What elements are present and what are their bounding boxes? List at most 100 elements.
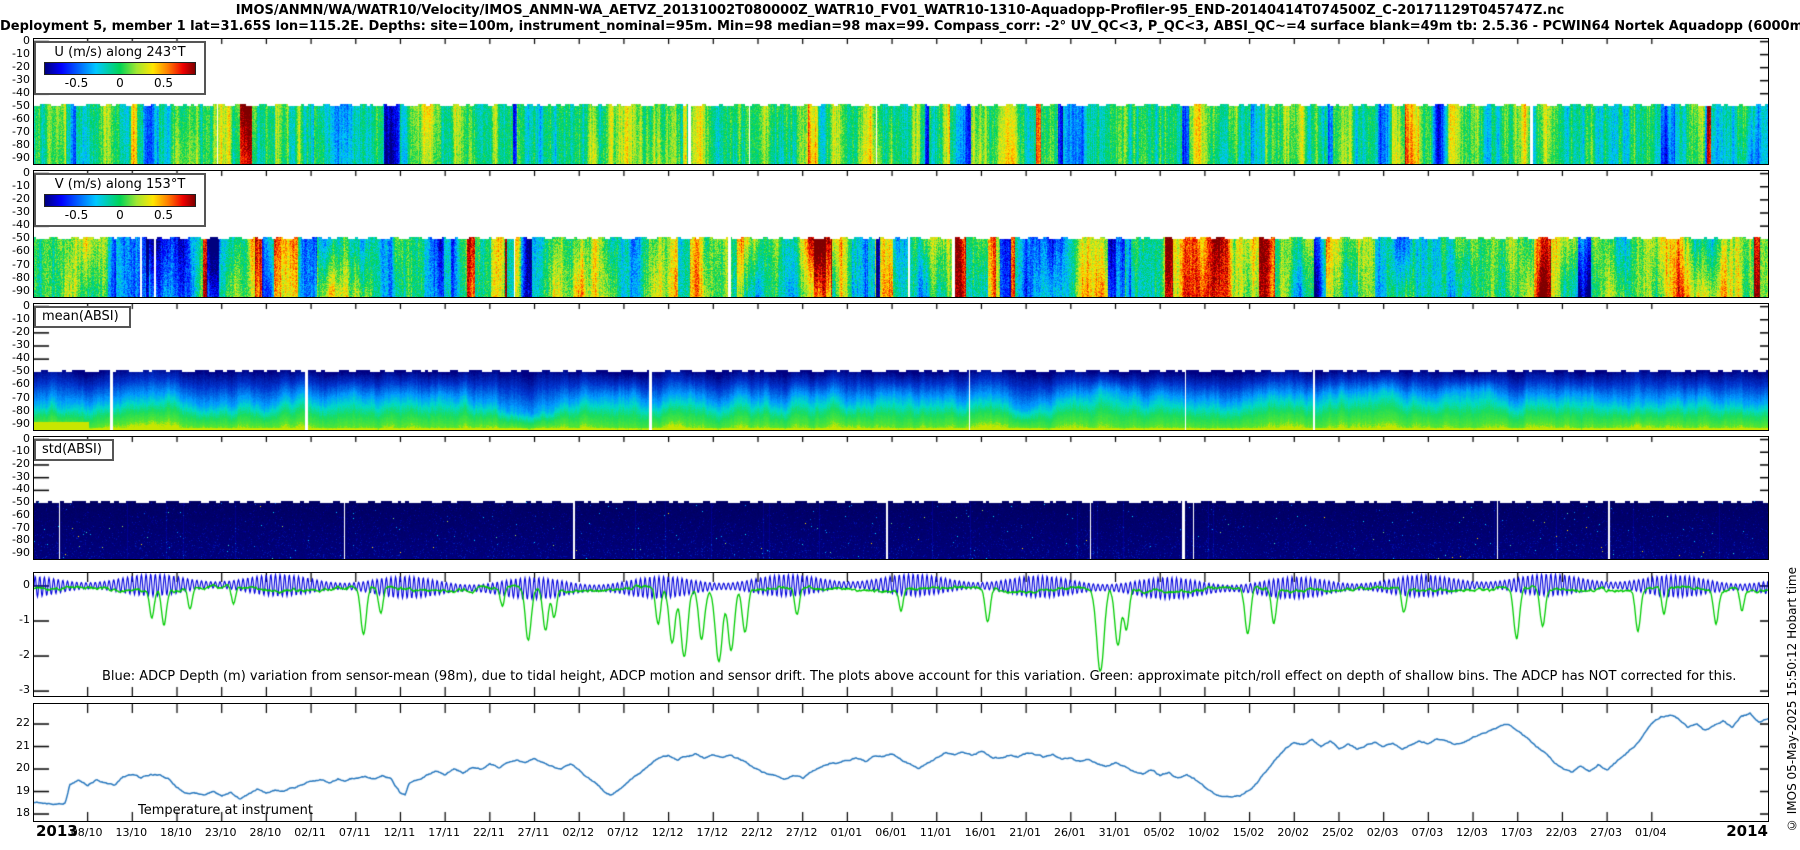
legend-v-velocity: V (m/s) along 153°T -0.5 0 0.5 [34, 173, 206, 227]
y-tick-label: -1 [0, 614, 30, 626]
colorbar-tick-label: -0.5 [65, 208, 88, 222]
y-tick-label: -80 [0, 272, 30, 284]
y-tick-label: -50 [0, 232, 30, 244]
y-tick-label: -10 [0, 313, 30, 325]
y-tick-label: -50 [0, 365, 30, 377]
figure-title-filename: IMOS/ANMN/WA/WATR10/Velocity/IMOS_ANMN-W… [0, 3, 1800, 18]
x-tick-label: 02/03 [1367, 826, 1399, 839]
x-tick-label: 16/01 [965, 826, 997, 839]
y-tick-label: -90 [0, 418, 30, 430]
y-tick-label: -20 [0, 458, 30, 470]
x-tick-label: 17/12 [696, 826, 728, 839]
x-tick-label: 27/12 [786, 826, 818, 839]
x-tick-label: 17/11 [428, 826, 460, 839]
legend-u-velocity: U (m/s) along 243°T -0.5 0 0.5 [34, 41, 206, 95]
x-tick-label: 12/12 [652, 826, 684, 839]
x-tick-label: 15/02 [1233, 826, 1265, 839]
x-tick-label: 22/11 [473, 826, 505, 839]
panel-depth-variation: Blue: ADCP Depth (m) variation from sens… [33, 572, 1769, 697]
y-tick-label: 0 [0, 300, 30, 312]
y-tick-label: -60 [0, 509, 30, 521]
x-tick-label: 28/10 [250, 826, 282, 839]
depth-variation-annotation: Blue: ADCP Depth (m) variation from sens… [102, 669, 1736, 684]
x-tick-label: 17/03 [1501, 826, 1533, 839]
mean-absi-label-box: mean(ABSI) [34, 306, 131, 328]
y-tick-label: -60 [0, 113, 30, 125]
u-colorbar-ticks: -0.5 0 0.5 [45, 75, 195, 90]
y-tick-label: -2 [0, 649, 30, 661]
v-velocity-heatmap-canvas [34, 171, 1768, 297]
x-tick-label: 12/11 [384, 826, 416, 839]
y-tick-label: 0 [0, 35, 30, 47]
x-tick-label: 10/02 [1188, 826, 1220, 839]
x-tick-label: 18/10 [160, 826, 192, 839]
y-tick-label: -50 [0, 496, 30, 508]
x-tick-label: 22/03 [1546, 826, 1578, 839]
y-tick-label: -80 [0, 139, 30, 151]
y-tick-label: 0 [0, 433, 30, 445]
panel-temperature: Temperature at instrument [33, 703, 1769, 822]
u-colorbar [44, 62, 196, 75]
y-tick-label: -60 [0, 245, 30, 257]
y-tick-label: -30 [0, 471, 30, 483]
y-tick-label: 20 [0, 762, 30, 774]
y-tick-label: -30 [0, 339, 30, 351]
v-colorbar-ticks: -0.5 0 0.5 [45, 207, 195, 222]
x-tick-label: 11/01 [920, 826, 952, 839]
x-tick-label: 07/11 [339, 826, 371, 839]
x-tick-label: 21/01 [1009, 826, 1041, 839]
x-tick-label: 26/01 [1054, 826, 1086, 839]
x-tick-label: 25/02 [1322, 826, 1354, 839]
x-tick-label: 01/01 [831, 826, 863, 839]
y-tick-label: -90 [0, 285, 30, 297]
figure-subtitle-deployment: Deployment 5, member 1 lat=31.65S lon=11… [0, 19, 1800, 34]
mean-absi-heatmap-canvas [34, 304, 1768, 430]
y-tick-label: 22 [0, 717, 30, 729]
y-tick-label: -30 [0, 206, 30, 218]
x-tick-label: 12/03 [1456, 826, 1488, 839]
y-tick-label: 0 [0, 579, 30, 591]
y-tick-label: 19 [0, 785, 30, 797]
x-tick-label: 27/03 [1590, 826, 1622, 839]
temperature-annotation: Temperature at instrument [138, 803, 313, 818]
y-tick-label: -90 [0, 547, 30, 559]
y-tick-label: -70 [0, 126, 30, 138]
x-tick-label: 08/10 [71, 826, 103, 839]
x-tick-label: 22/12 [741, 826, 773, 839]
y-tick-label: -10 [0, 445, 30, 457]
y-tick-label: -80 [0, 405, 30, 417]
x-tick-label: 07/12 [607, 826, 639, 839]
y-tick-label: -70 [0, 522, 30, 534]
x-tick-label: 23/10 [205, 826, 237, 839]
colorbar-tick-label: 0 [116, 76, 124, 90]
y-tick-label: -70 [0, 392, 30, 404]
y-tick-label: -60 [0, 378, 30, 390]
legend-u-title: U (m/s) along 243°T [44, 45, 196, 62]
x-tick-label: 01/04 [1635, 826, 1667, 839]
y-tick-label: -40 [0, 219, 30, 231]
y-tick-label: -20 [0, 326, 30, 338]
std-absi-heatmap-canvas [34, 437, 1768, 559]
x-tick-label: 02/12 [562, 826, 594, 839]
x-tick-label: 27/11 [518, 826, 550, 839]
imos-watermark: © IMOS 05-May-2025 15:50:12 Hobart time [1785, 567, 1799, 832]
panel-mean-absi: mean(ABSI) [33, 303, 1769, 431]
y-tick-label: 0 [0, 167, 30, 179]
x-tick-label: 31/01 [1099, 826, 1131, 839]
y-tick-label: 18 [0, 807, 30, 819]
y-tick-label: -80 [0, 534, 30, 546]
y-tick-label: -30 [0, 74, 30, 86]
y-tick-label: -40 [0, 87, 30, 99]
y-tick-label: 21 [0, 740, 30, 752]
x-tick-label: 07/03 [1411, 826, 1443, 839]
y-tick-label: -10 [0, 48, 30, 60]
y-tick-label: -10 [0, 180, 30, 192]
u-velocity-heatmap-canvas [34, 39, 1768, 164]
panel-std-absi: std(ABSI) [33, 436, 1769, 560]
y-tick-label: -20 [0, 193, 30, 205]
y-tick-label: -50 [0, 100, 30, 112]
colorbar-tick-label: 0.5 [154, 76, 173, 90]
x-tick-label: 20/02 [1277, 826, 1309, 839]
y-tick-label: -40 [0, 352, 30, 364]
x-tick-label: 13/10 [115, 826, 147, 839]
